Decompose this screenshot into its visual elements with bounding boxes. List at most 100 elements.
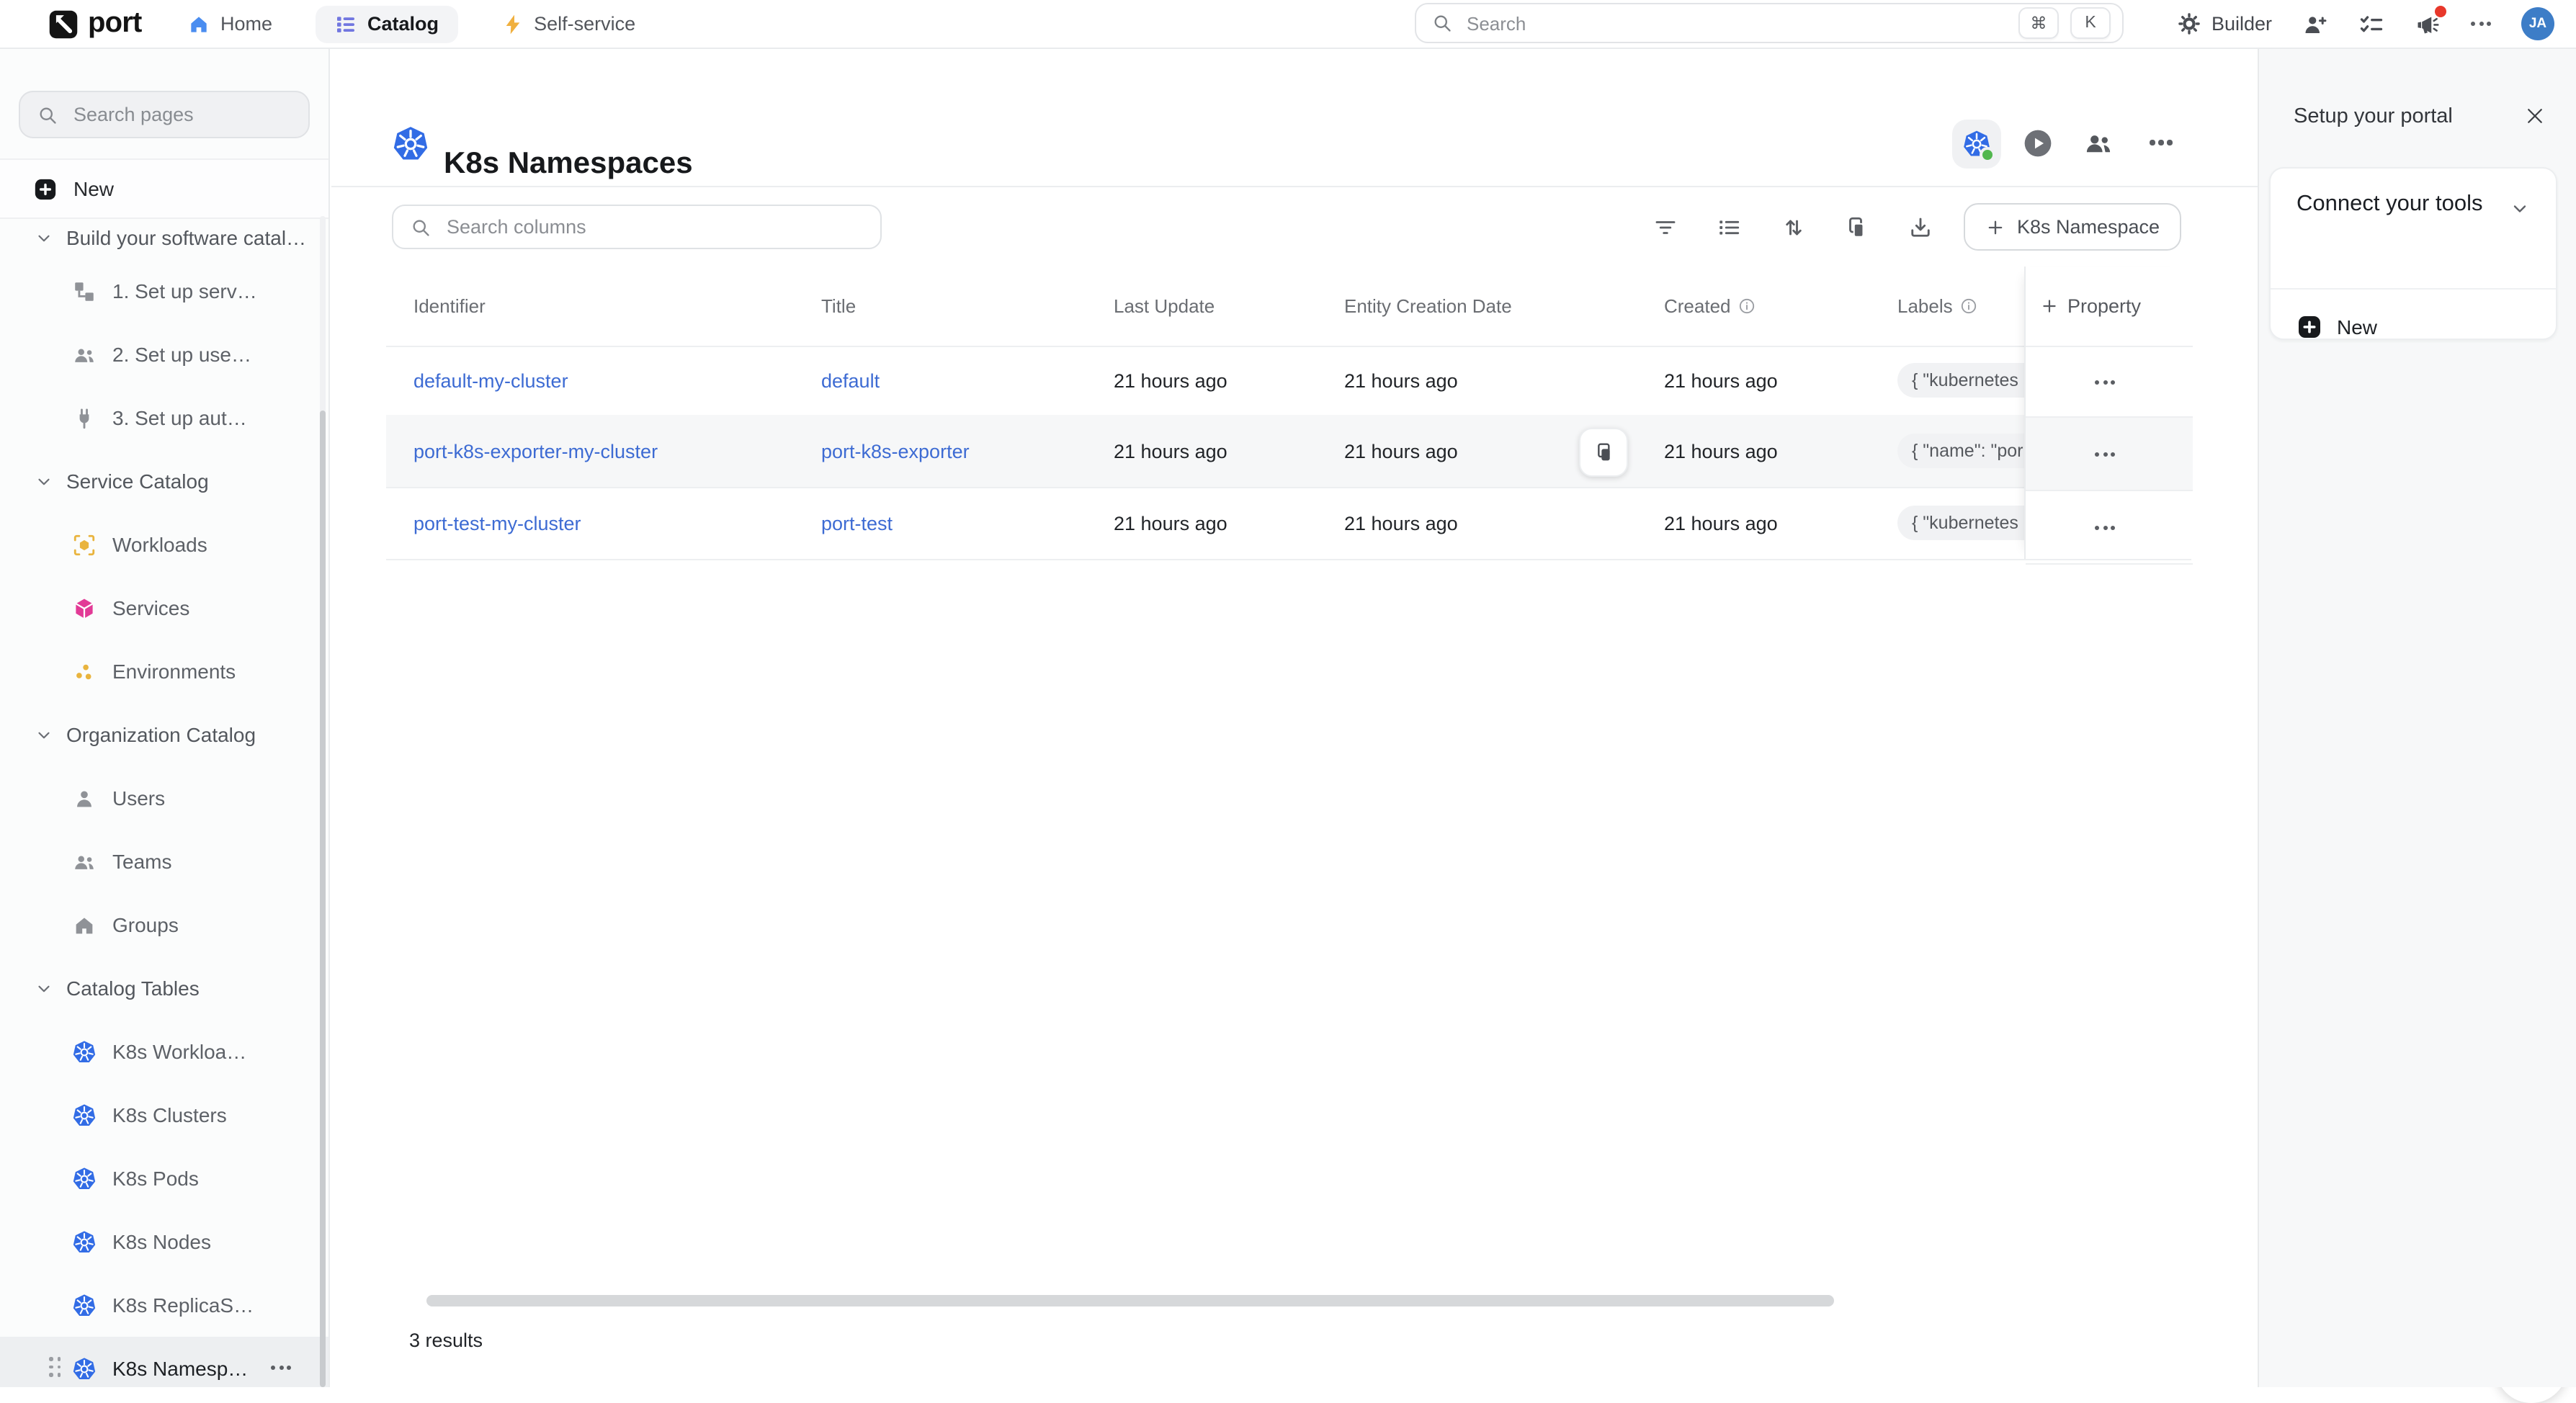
- column-header-last-update[interactable]: Last Update: [1114, 266, 1215, 346]
- item-label: Environments: [112, 660, 236, 683]
- add-property-button[interactable]: Property: [2026, 266, 2193, 347]
- identifier-link[interactable]: port-test-my-cluster: [413, 512, 581, 534]
- title-link[interactable]: port-test: [821, 512, 893, 534]
- global-search[interactable]: ⌘ K: [1415, 3, 2124, 43]
- plus-icon: [33, 176, 58, 201]
- more-options-button[interactable]: [2471, 22, 2491, 26]
- sidebar-item-setup-automations[interactable]: 3. Set up aut…: [0, 386, 328, 449]
- group-by-button[interactable]: [1716, 215, 1742, 241]
- column-header-identifier[interactable]: Identifier: [413, 266, 486, 346]
- row-menu-button[interactable]: [2095, 452, 2115, 456]
- search-columns-input[interactable]: [444, 215, 863, 239]
- item-label: K8s Pods: [112, 1167, 199, 1190]
- copy-cell-button[interactable]: [1579, 428, 1628, 477]
- chevron-down-icon: [35, 979, 53, 998]
- table-row[interactable]: port-test-my-cluster port-test 21 hours …: [386, 487, 2191, 560]
- sidebar-item-k8s-replicasets[interactable]: K8s ReplicaS…: [0, 1273, 328, 1337]
- sidebar-item-k8s-nodes[interactable]: K8s Nodes: [0, 1210, 328, 1273]
- create-k8s-namespace-button[interactable]: K8s Namespace: [1964, 203, 2181, 251]
- item-label: K8s ReplicaS…: [112, 1294, 254, 1317]
- global-search-input[interactable]: [1464, 11, 2007, 35]
- builder-button[interactable]: Builder: [2177, 12, 2272, 36]
- status-dot: [1980, 147, 1995, 163]
- sidebar-item-services[interactable]: Services: [0, 576, 328, 640]
- page-menu-button[interactable]: [2150, 140, 2172, 145]
- column-label: Created: [1664, 295, 1731, 317]
- invite-user-button[interactable]: [2302, 11, 2328, 37]
- connect-tools-accordion[interactable]: Connect your tools: [2271, 169, 2556, 288]
- created-cell: 21 hours ago: [1664, 487, 1778, 559]
- labels-chip[interactable]: { "kubernetes: [1897, 363, 2024, 398]
- announcements-button[interactable]: [2415, 11, 2441, 37]
- panel-new-button[interactable]: New: [2271, 288, 2556, 363]
- close-panel-button[interactable]: [2524, 105, 2546, 127]
- sidebar-item-users[interactable]: Users: [0, 766, 328, 830]
- sidebar-scrollbar-thumb[interactable]: [320, 411, 326, 1387]
- nav-tab-self-service[interactable]: Self-service: [501, 5, 635, 42]
- sidebar-item-teams[interactable]: Teams: [0, 830, 328, 893]
- kubernetes-icon: [72, 1039, 97, 1064]
- sort-icon: [1781, 215, 1807, 241]
- lightning-icon: [501, 12, 524, 35]
- sort-button[interactable]: [1781, 215, 1807, 241]
- column-header-title[interactable]: Title: [821, 266, 856, 346]
- sidebar-item-environments[interactable]: Environments: [0, 640, 328, 703]
- title-link[interactable]: port-k8s-exporter: [821, 440, 970, 462]
- row-menu-button[interactable]: [2095, 380, 2115, 384]
- identifier-link[interactable]: default-my-cluster: [413, 369, 568, 391]
- sidebar-section-build-catalog[interactable]: Build your software catal…: [0, 216, 328, 259]
- nav-tab-home[interactable]: Home: [187, 5, 272, 42]
- labels-chip[interactable]: { "kubernetes: [1897, 506, 2024, 540]
- row-menu-button[interactable]: [2095, 525, 2115, 529]
- item-menu-button[interactable]: [271, 1366, 291, 1370]
- sidebar-search-input[interactable]: [71, 102, 291, 127]
- services-cube-icon: [72, 596, 97, 620]
- column-header-created[interactable]: Created: [1664, 266, 1757, 346]
- sidebar-item-setup-service[interactable]: 1. Set up serv…: [0, 259, 328, 323]
- sidebar-item-k8s-pods[interactable]: K8s Pods: [0, 1147, 328, 1210]
- close-icon: [2524, 105, 2546, 127]
- sidebar-item-k8s-clusters[interactable]: K8s Clusters: [0, 1083, 328, 1147]
- avatar[interactable]: JA: [2521, 7, 2554, 40]
- kubernetes-icon: [72, 1103, 97, 1127]
- tasks-button[interactable]: [2358, 11, 2384, 37]
- audience-button[interactable]: [2083, 128, 2114, 158]
- search-columns[interactable]: [392, 205, 882, 249]
- port-logo[interactable]: port: [48, 7, 142, 40]
- kubernetes-icon: [72, 1166, 97, 1191]
- nav-tab-catalog[interactable]: Catalog: [316, 5, 457, 42]
- info-icon: [1960, 297, 1979, 315]
- identifier-link[interactable]: port-k8s-exporter-my-cluster: [413, 440, 658, 462]
- column-header-labels[interactable]: Labels: [1897, 266, 1979, 346]
- horizontal-scrollbar[interactable]: [426, 1295, 1834, 1306]
- table-header-row: Identifier Title Last Update Entity Crea…: [386, 266, 2191, 347]
- plus-icon: [2040, 297, 2059, 315]
- sidebar-item-k8s-workloads[interactable]: K8s Workloa…: [0, 1020, 328, 1083]
- labels-chip[interactable]: { "name": "por: [1897, 434, 2024, 468]
- catalog-icon: [334, 12, 357, 35]
- table-row[interactable]: port-k8s-exporter-my-cluster port-k8s-ex…: [386, 415, 2191, 488]
- sidebar-item-workloads[interactable]: Workloads: [0, 513, 328, 576]
- copy-view-button[interactable]: [1843, 215, 1869, 241]
- item-label: Groups: [112, 913, 179, 936]
- sidebar-search[interactable]: [19, 91, 310, 138]
- data-source-button[interactable]: [1952, 120, 2001, 169]
- download-button[interactable]: [1908, 215, 1933, 241]
- play-button[interactable]: [2023, 128, 2053, 158]
- top-navigation-bar: port Home Catalog Self-service ⌘: [0, 0, 2576, 49]
- table-row[interactable]: default-my-cluster default 21 hours ago …: [386, 346, 2191, 416]
- list-icon: [1716, 215, 1742, 241]
- nav-label: Self-service: [534, 13, 635, 35]
- drag-handle-icon[interactable]: [49, 1357, 61, 1377]
- sidebar-item-setup-users[interactable]: 2. Set up use…: [0, 323, 328, 386]
- sidebar-item-groups[interactable]: Groups: [0, 893, 328, 956]
- sidebar-section-service-catalog[interactable]: Service Catalog: [0, 449, 328, 513]
- title-link[interactable]: default: [821, 369, 880, 391]
- filter-button[interactable]: [1653, 215, 1678, 241]
- column-header-entity-creation-date[interactable]: Entity Creation Date: [1344, 266, 1512, 346]
- item-label: K8s Clusters: [112, 1103, 227, 1126]
- sidebar-section-organization-catalog[interactable]: Organization Catalog: [0, 703, 328, 766]
- sidebar-section-catalog-tables[interactable]: Catalog Tables: [0, 956, 328, 1020]
- sidebar-item-k8s-namespaces[interactable]: K8s Namesp…: [0, 1337, 328, 1387]
- sidebar-new-button[interactable]: New: [0, 158, 328, 219]
